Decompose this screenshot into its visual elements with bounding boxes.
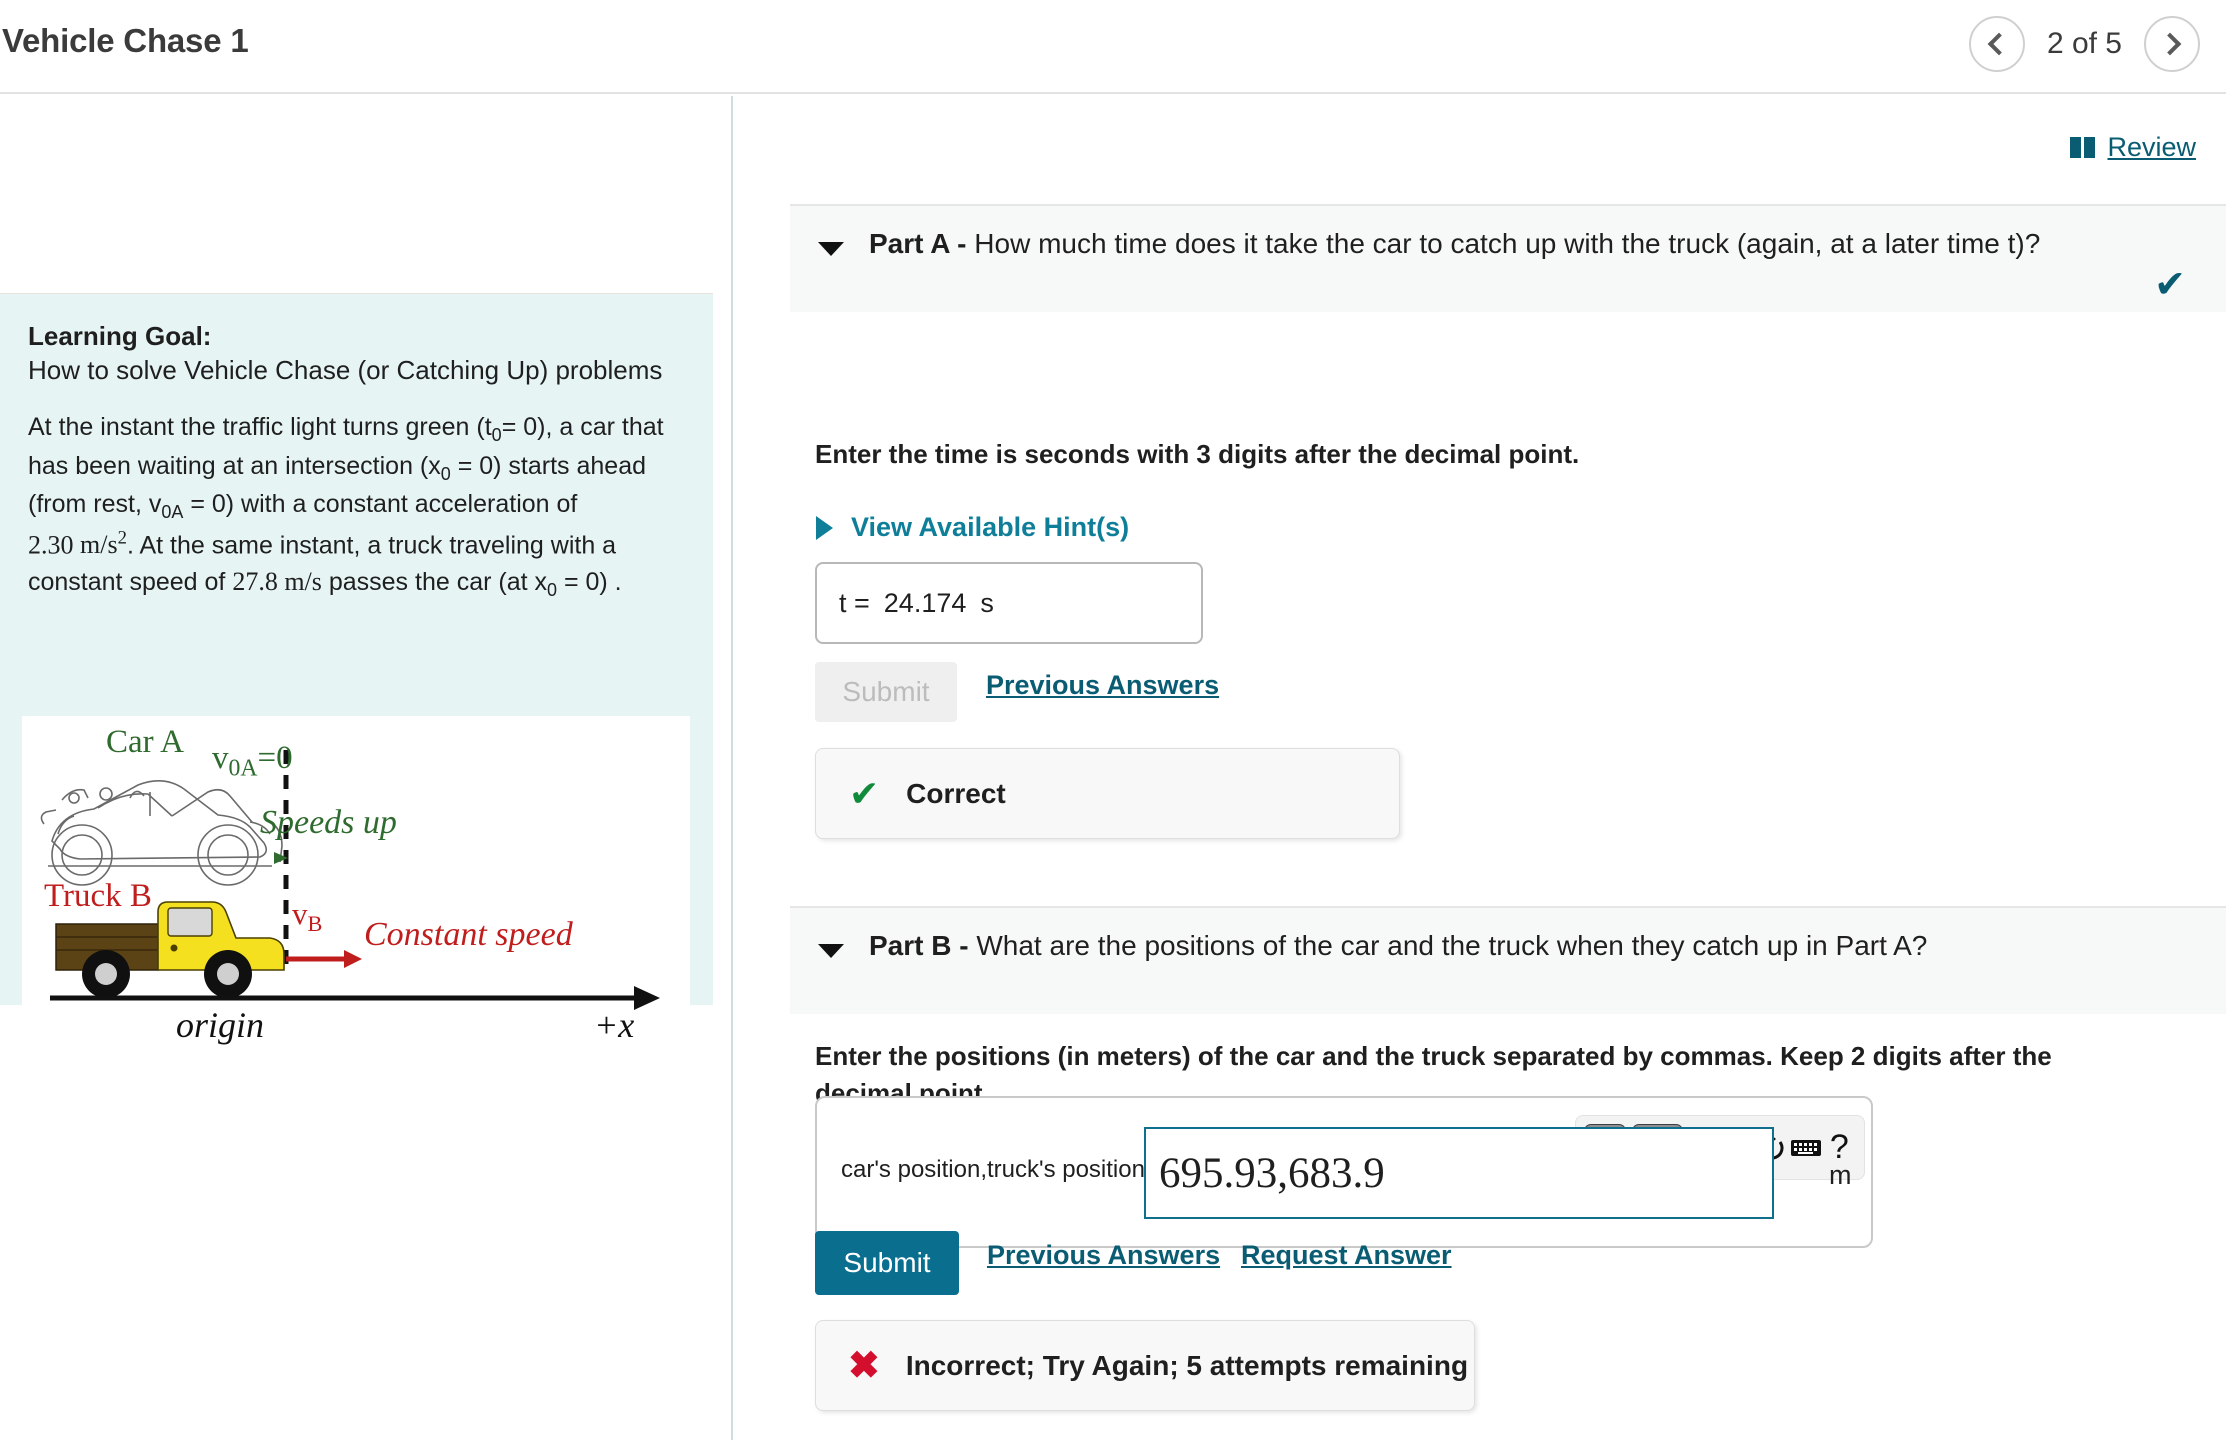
- part-b-previous-answers-link[interactable]: Previous Answers: [987, 1240, 1220, 1271]
- truck-window: [167, 907, 213, 937]
- part-a-answer-unit: s: [980, 587, 994, 618]
- vehicle-chase-diagram: Car A v0A=0 Speeds up Truck B vB Constan…: [22, 716, 690, 1069]
- previous-page-button[interactable]: [1968, 16, 2025, 72]
- caret-down-icon[interactable]: [818, 944, 844, 958]
- part-b-answer-value: 695.93,683.9: [1159, 1149, 1385, 1197]
- part-b-field-label: car's position,truck's position =: [841, 1156, 1166, 1183]
- part-b-feedback-incorrect: ✖ Incorrect; Try Again; 5 attempts remai…: [815, 1320, 1475, 1411]
- part-b-label: Part B -: [869, 930, 969, 961]
- part-a-prompt: Enter the time is seconds with 3 digits …: [815, 439, 1580, 469]
- car-label: Car A: [106, 724, 184, 760]
- part-a-title: Part A - How much time does it take the …: [869, 228, 2040, 260]
- chevron-left-icon: [1988, 32, 2011, 56]
- part-a-submit-button[interactable]: Submit: [815, 662, 957, 722]
- part-b-header[interactable]: Part B - What are the positions of the c…: [790, 906, 2226, 1014]
- part-a-feedback-text: Correct: [906, 777, 1006, 809]
- car-illustration: [40, 780, 283, 886]
- review-link[interactable]: Review: [2107, 132, 2196, 163]
- x0-subscript: 0: [440, 463, 451, 484]
- statement-part-1: At the instant the traffic light turns g…: [28, 413, 492, 441]
- page-indicator: 2 of 5: [2046, 27, 2122, 60]
- truck-motion-note: Constant speed: [364, 916, 573, 953]
- part-b-feedback-text: Incorrect; Try Again; 5 attempts remaini…: [905, 1349, 1469, 1381]
- part-a-answer-input[interactable]: t = 24.174 s: [815, 562, 1203, 644]
- chevron-right-icon: [2158, 32, 2181, 56]
- problem-sidebar: Learning Goal: How to solve Vehicle Chas…: [0, 96, 733, 1440]
- problem-statement: At the instant the traffic light turns g…: [0, 386, 713, 604]
- part-a-answer-prefix: t =: [839, 587, 870, 618]
- x-axis-label: +x: [594, 1005, 635, 1045]
- part-a-view-hints-toggle[interactable]: View Available Hint(s): [816, 512, 1129, 543]
- pagination: 2 of 5: [1968, 16, 2200, 72]
- t0-subscript: 0: [491, 425, 502, 445]
- caret-down-icon[interactable]: [818, 242, 844, 256]
- v0a-subscript: 0A: [161, 502, 184, 523]
- learning-goal-heading: Learning Goal:: [28, 321, 212, 351]
- statement-part-7: = 0) .: [557, 568, 622, 597]
- car-motion-note: Speeds up: [260, 804, 397, 841]
- truck-velocity-label: vB: [292, 896, 323, 937]
- check-icon: ✔: [849, 772, 880, 814]
- part-a-question: How much time does it take the car to ca…: [974, 228, 2041, 259]
- truck-velocity-arrow: [286, 950, 362, 968]
- triangle-right-icon: [816, 515, 833, 540]
- car-initial-velocity-label: v0A=0: [212, 740, 293, 782]
- truck-speed-value: 27.8: [232, 567, 278, 597]
- learning-goal-subtitle: How to solve Vehicle Chase (or Catching …: [28, 355, 663, 385]
- part-a-status-check-icon: ✔: [2154, 264, 2186, 306]
- part-a-feedback-correct: ✔ Correct: [815, 748, 1400, 839]
- statement-part-6: passes the car (at x: [321, 568, 547, 597]
- acceleration-unit: m/s2: [80, 527, 127, 560]
- part-a-header[interactable]: Part A - How much time does it take the …: [790, 204, 2226, 312]
- next-page-button[interactable]: [2144, 16, 2200, 72]
- part-a-label: Part A -: [869, 228, 967, 259]
- app-header: Vehicle Chase 1 2 of 5: [0, 0, 2226, 94]
- statement-part-4: = 0) with a constant acceleration of: [183, 490, 578, 519]
- part-b-title: Part B - What are the positions of the c…: [869, 930, 1927, 962]
- part-b-answer-input[interactable]: 695.93,683.9: [1144, 1127, 1774, 1219]
- page-title: Vehicle Chase 1: [2, 22, 249, 59]
- part-b-answer-unit: m: [1829, 1160, 1852, 1190]
- x-axis: [50, 986, 660, 1010]
- origin-label: origin: [176, 1005, 265, 1045]
- part-b-answer-container: ΑΣφ: [815, 1096, 1873, 1248]
- part-b-request-answer-link[interactable]: Request Answer: [1241, 1240, 1452, 1271]
- x-icon: ✖: [848, 1344, 880, 1387]
- truck-illustration: [55, 901, 285, 998]
- keyboard-icon[interactable]: [1789, 1124, 1822, 1172]
- book-icon: [2070, 136, 2096, 158]
- truck-speed-unit: m/s: [284, 567, 322, 597]
- part-a-previous-answers-link[interactable]: Previous Answers: [986, 670, 1219, 701]
- truck-label: Truck B: [44, 878, 152, 914]
- acceleration-value: 2.30: [28, 530, 74, 560]
- part-b-submit-button[interactable]: Submit: [815, 1231, 959, 1295]
- question-panel: Review Part A - How much time does it ta…: [735, 96, 2226, 1440]
- part-a-hints-label: View Available Hint(s): [851, 512, 1130, 542]
- x0-subscript-2: 0: [547, 580, 558, 601]
- part-b-question: What are the positions of the car and th…: [976, 930, 1928, 961]
- part-a-answer-value: 24.174: [883, 587, 967, 618]
- review-row: Review: [2070, 132, 2196, 163]
